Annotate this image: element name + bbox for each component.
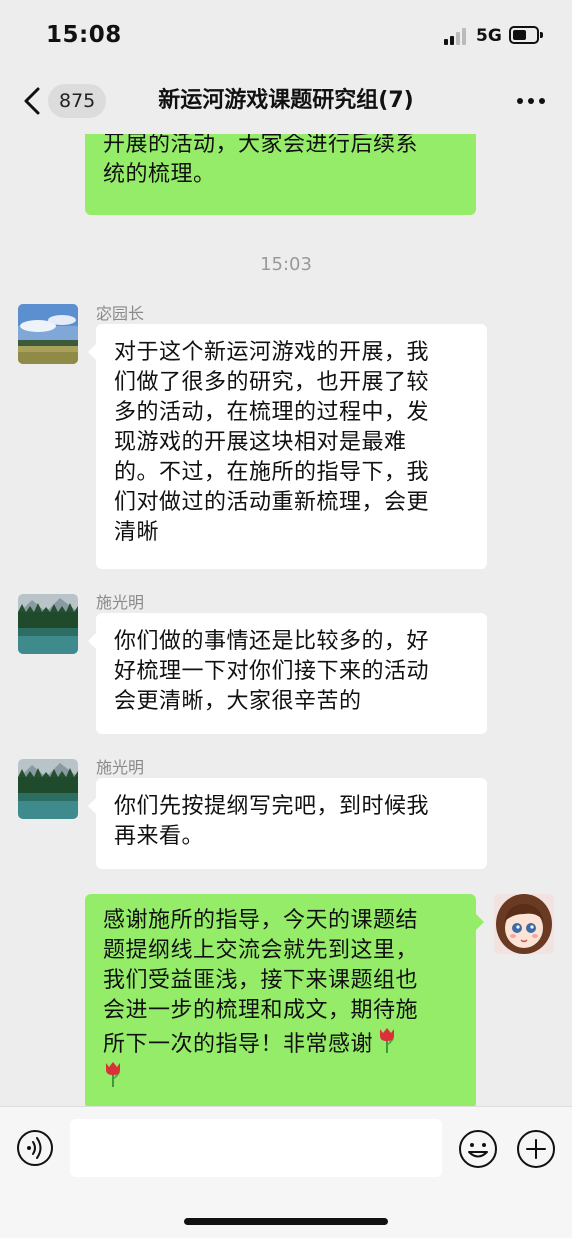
lake-avatar-icon [18,594,78,654]
cartoon-girl-avatar-icon [494,894,554,954]
chat-messages[interactable]: 开展的活动，大家会进行后续系 统的梳理。 15:03 宓园长 对于这个新运河游戏… [0,134,572,1106]
tulip-emoji-icon [380,1028,395,1053]
sender-name: 施光明 [96,758,145,777]
incoming-message-bubble[interactable]: 你们做的事情还是比较多的，好 好梳理一下对你们接下来的活动 会更清晰，大家很辛苦… [88,613,487,734]
message-line: 清晰 [114,520,160,545]
chat-title: 新运河游戏课题研究组(7) [158,88,414,113]
signal-icon [444,28,470,45]
message-line: 统的梳理。 [103,162,216,187]
network-label: 5G [476,26,502,46]
message-line: 多的活动，在梳理的过程中，发 [114,400,430,425]
avatar-self[interactable] [494,894,554,954]
sender-name: 施光明 [96,593,145,612]
message-line: 你们做的事情还是比较多的，好 [114,629,430,654]
message-text: 所下一次的指导！非常感谢 [103,1032,374,1057]
more-icon[interactable] [515,98,547,106]
message-timestamp: 15:03 [260,254,312,275]
message-line: 会更清晰，大家很辛苦的 [114,689,362,714]
message-line: 你们先按提纲写完吧，到时候我 [114,794,430,819]
sender-name: 宓园长 [96,304,145,323]
avatar-sender[interactable] [18,759,78,819]
plus-icon[interactable] [516,1129,556,1169]
avatar-sender[interactable] [18,594,78,654]
message-line: 会进一步的梳理和成文，期待施 [103,998,419,1023]
message-line: 题提纲线上交流会就先到这里， [103,938,419,963]
message-line: 现游戏的开展这块相对是最难 [114,430,407,455]
outgoing-message-bubble[interactable]: 开展的活动，大家会进行后续系 统的梳理。 [85,134,476,215]
message-line [103,1060,458,1094]
message-line: 感谢施所的指导，今天的课题结 [103,908,419,933]
message-line: 们对做过的活动重新梳理，会更 [114,490,430,515]
message-line: 再来看。 [114,824,205,849]
incoming-message-bubble[interactable]: 你们先按提纲写完吧，到时候我 再来看。 [88,778,487,869]
back-icon[interactable] [22,86,44,116]
voice-icon[interactable] [16,1129,54,1167]
message-line: 开展的活动，大家会进行后续系 [103,134,419,157]
unread-count-badge[interactable]: 875 [48,84,107,118]
home-indicator[interactable] [184,1218,388,1225]
message-line: 好梳理一下对你们接下来的活动 [114,659,430,684]
battery-icon [509,26,543,44]
incoming-message-bubble[interactable]: 对于这个新运河游戏的开展，我 们做了很多的研究，也开展了较 多的活动，在梳理的过… [88,324,487,569]
message-line: 们做了很多的研究，也开展了较 [114,370,430,395]
outgoing-message-bubble[interactable]: 感谢施所的指导，今天的课题结 题提纲线上交流会就先到这里， 我们受益匪浅，接下来… [85,894,484,1106]
message-line: 所下一次的指导！非常感谢 [103,1026,458,1060]
status-bar: 15:08 5G [0,0,572,70]
status-time: 15:08 [46,22,122,48]
tulip-emoji-icon [106,1062,120,1087]
landscape-avatar-icon [18,304,78,364]
message-input[interactable] [70,1119,442,1177]
message-line: 的。不过，在施所的指导下，我 [114,460,430,485]
lake-avatar-icon [18,759,78,819]
avatar-sender[interactable] [18,304,78,364]
emoji-icon[interactable] [458,1129,498,1169]
message-line: 我们受益匪浅，接下来课题组也 [103,968,419,993]
message-line: 对于这个新运河游戏的开展，我 [114,340,430,365]
chat-header: 875 新运河游戏课题研究组(7) [0,70,572,134]
